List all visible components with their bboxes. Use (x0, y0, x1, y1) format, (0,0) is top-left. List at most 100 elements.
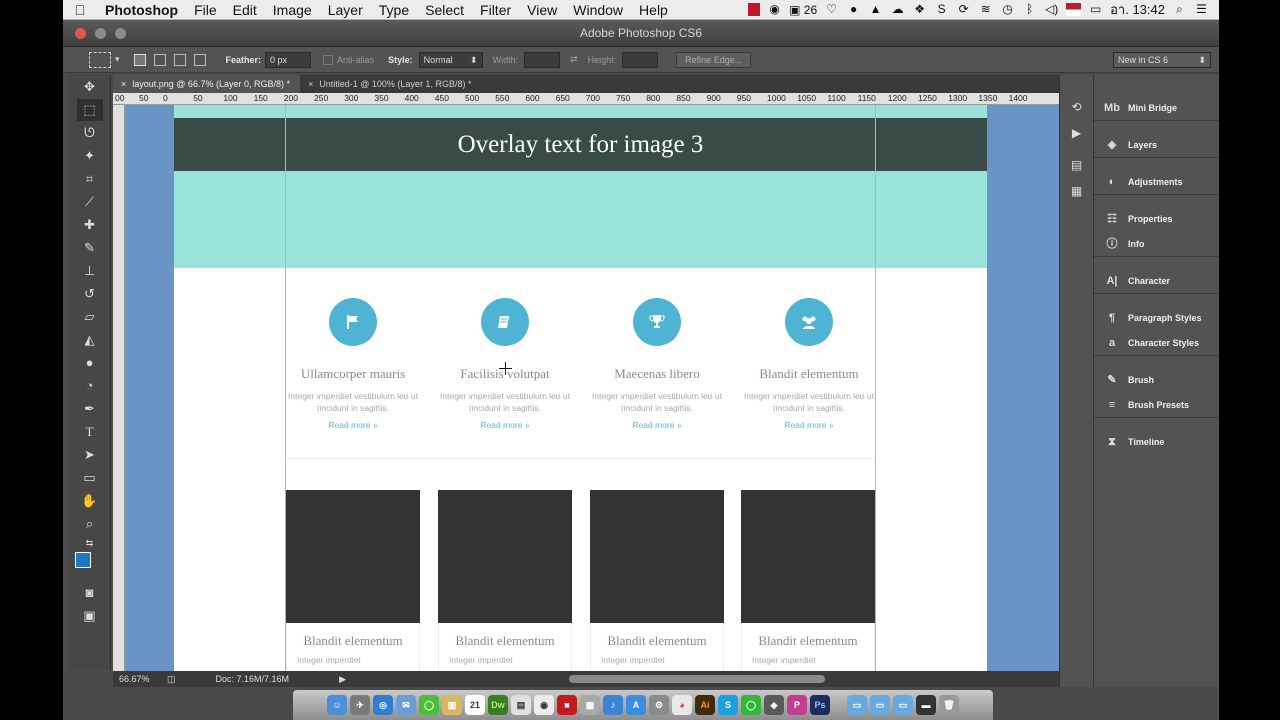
horizontal-scrollbar[interactable] (569, 675, 825, 683)
cloud-icon[interactable]: ☁ (890, 3, 905, 16)
pen-tool-icon[interactable]: ✒ (77, 398, 103, 420)
guide-line-left[interactable] (285, 105, 286, 671)
eraser-tool-icon[interactable]: ▱ (77, 306, 103, 328)
photo-booth-icon[interactable]: ■ (557, 695, 577, 715)
dropbox-icon[interactable]: ❖ (912, 3, 927, 16)
clock[interactable]: อา. 13:42 (1110, 0, 1165, 20)
marquee-tool-icon[interactable]: ⬚ (76, 99, 103, 121)
photoshop-icon[interactable]: Ps (810, 695, 830, 715)
panel-properties[interactable]: ☷ Properties (1094, 206, 1219, 231)
menu-window[interactable]: Window (565, 2, 631, 18)
panel-paragraph-styles[interactable]: ¶ Paragraph Styles (1094, 305, 1219, 330)
healing-brush-tool-icon[interactable]: ✚ (77, 214, 103, 236)
time-machine-icon[interactable]: ◷ (1000, 3, 1015, 16)
menu-image[interactable]: Image (265, 2, 320, 18)
read-more-link[interactable]: Read more » (581, 420, 733, 430)
new-selection-icon[interactable] (133, 53, 146, 66)
refine-edge-button[interactable]: Refine Edge... (676, 51, 752, 68)
panel-character-styles[interactable]: a Character Styles (1094, 330, 1219, 355)
itunes-icon[interactable]: ◉ (534, 695, 554, 715)
notification-center-icon[interactable]: ☰ (1194, 3, 1209, 16)
subtract-selection-icon[interactable] (173, 53, 186, 66)
spotlight-icon[interactable]: ⌕ (1172, 3, 1187, 16)
notes-panel-icon[interactable]: ▤ (1067, 155, 1087, 175)
tab-layout-png[interactable]: × layout.png @ 66.7% (Layer 0, RGB/8) * (113, 75, 300, 93)
tab-untitled-1[interactable]: × Untitled-1 @ 100% (Layer 1, RGB/8) * (300, 75, 481, 93)
horizontal-ruler[interactable]: 00 50 0 50 100 150 200 250 300 350 400 450 500 550 600… (113, 93, 1103, 105)
hand-tool-icon[interactable]: ✋ (77, 490, 103, 512)
read-more-link[interactable]: Read more » (277, 420, 429, 430)
clone-stamp-tool-icon[interactable]: ⊥ (77, 260, 103, 282)
panel-adjustments[interactable]: ◐ Adjustments (1094, 169, 1219, 194)
blur-tool-icon[interactable]: ● (77, 352, 103, 374)
history-brush-tool-icon[interactable]: ↺ (77, 283, 103, 305)
safari-icon[interactable]: ◎ (373, 695, 393, 715)
menu-edit[interactable]: Edit (225, 2, 265, 18)
line-icon[interactable]: ◉ (767, 3, 782, 16)
add-selection-icon[interactable] (153, 53, 166, 66)
app-store-icon[interactable]: A (626, 695, 646, 715)
move-tool-icon[interactable]: ✥ (77, 76, 103, 98)
panel-brush-presets[interactable]: ≡ Brush Presets (1094, 392, 1219, 417)
history-panel-icon[interactable]: ⟲ (1067, 97, 1087, 117)
monitor-icon[interactable]: ▬ (916, 695, 936, 715)
menu-view[interactable]: View (519, 2, 565, 18)
preview-icon[interactable]: ▦ (580, 695, 600, 715)
finder-icon[interactable]: ☺ (327, 695, 347, 715)
brush-tool-icon[interactable]: ✎ (77, 237, 103, 259)
crop-tool-icon[interactable]: ⌗ (77, 168, 103, 190)
evernote-icon[interactable]: ● (846, 3, 861, 16)
type-tool-icon[interactable]: T (77, 421, 103, 443)
quick-mask-icon[interactable]: ◙ (77, 582, 103, 604)
canvas-area[interactable]: Overlay text for image 3 Ullamcorper mau… (125, 105, 1103, 671)
menu-type[interactable]: Type (371, 2, 417, 18)
menu-layer[interactable]: Layer (320, 2, 371, 18)
shape-tool-icon[interactable]: ▭ (77, 467, 103, 489)
battery-icon[interactable]: ▭ (1088, 3, 1103, 16)
eyedropper-tool-icon[interactable]: ⟋ (77, 191, 103, 213)
mail-icon[interactable]: ✉ (396, 695, 416, 715)
bell-icon[interactable]: ♡ (824, 3, 839, 16)
read-more-link[interactable]: Read more » (429, 420, 581, 430)
lasso-tool-icon[interactable]: ᘎ (77, 122, 103, 144)
read-more-link[interactable]: Read more » (733, 420, 885, 430)
notes-icon[interactable]: ▥ (442, 695, 462, 715)
trash-icon[interactable]: 🗑 (939, 695, 959, 715)
line-dock-icon[interactable]: ◯ (741, 695, 761, 715)
comments-panel-icon[interactable]: ▦ (1067, 181, 1087, 201)
launchpad-icon[interactable]: ✈ (350, 695, 370, 715)
pinterest-icon[interactable]: P (787, 695, 807, 715)
status-menu-icon[interactable]: ◫ (167, 674, 176, 685)
calendar-icon[interactable]: 21 (465, 695, 485, 715)
swap-icon[interactable]: ⇄ (570, 54, 578, 65)
sync-icon[interactable]: ⟳ (956, 3, 971, 16)
music-icon[interactable]: ♪ (603, 695, 623, 715)
foreground-color-swatch[interactable] (74, 552, 91, 568)
guide-line-right[interactable] (875, 105, 876, 671)
bluetooth-icon[interactable]: ᛒ (1022, 3, 1037, 16)
folder-icon[interactable]: ▭ (893, 695, 913, 715)
marquee-tool-preset-icon[interactable] (89, 51, 111, 68)
panel-layers[interactable]: ◈ Layers (1094, 132, 1219, 157)
utility-icon[interactable]: ◈ (764, 695, 784, 715)
system-preferences-icon[interactable]: ⚙ (649, 695, 669, 715)
paint-bucket-tool-icon[interactable]: ◭ (77, 329, 103, 351)
menu-select[interactable]: Select (417, 2, 472, 18)
panel-brush[interactable]: ✎ Brush (1094, 367, 1219, 392)
zoom-tool-icon[interactable]: ⌕ (77, 513, 103, 535)
skype-dock-icon[interactable]: S (718, 695, 738, 715)
menu-app-name[interactable]: Photoshop (97, 2, 186, 18)
workspace-select[interactable]: New in CS 6 ⬍ (1113, 51, 1211, 68)
panel-timeline[interactable]: ⧗ Timeline (1094, 429, 1219, 454)
adobe-update-icon[interactable]: ▣ 26 (789, 3, 817, 17)
messages-icon[interactable]: ◯ (419, 695, 439, 715)
screen-mode-icon[interactable]: ▣ (77, 605, 103, 627)
vertical-ruler[interactable] (113, 105, 125, 671)
app-icon[interactable]: ▤ (511, 695, 531, 715)
panel-info[interactable]: ⓘ Info (1094, 231, 1219, 256)
folder-icon[interactable]: ▭ (870, 695, 890, 715)
status-arrow-icon[interactable]: ▶ (339, 674, 346, 685)
magic-wand-tool-icon[interactable]: ✦ (77, 145, 103, 167)
style-select[interactable]: Normal ⬍ (418, 51, 483, 68)
drive-icon[interactable]: ▲ (868, 3, 883, 16)
